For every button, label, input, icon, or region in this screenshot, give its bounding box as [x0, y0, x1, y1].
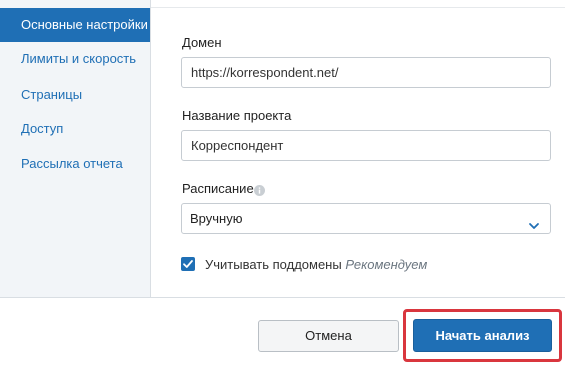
- recommended-hint: Рекомендуем: [345, 257, 428, 272]
- subdomains-label[interactable]: Учитывать поддомены Рекомендуем: [205, 257, 427, 272]
- subdomains-label-text: Учитывать поддомены: [205, 257, 342, 272]
- start-analysis-button[interactable]: Начать анализ: [413, 319, 552, 352]
- checkmark-icon: [183, 260, 193, 268]
- project-name-input[interactable]: [181, 130, 551, 161]
- sidebar-item-pages[interactable]: Страницы: [0, 78, 150, 112]
- domain-label: Домен: [182, 35, 222, 50]
- project-name-label: Название проекта: [182, 108, 292, 123]
- subdomains-checkbox[interactable]: [181, 257, 195, 271]
- sidebar-item-basic-settings[interactable]: Основные настройки: [0, 8, 150, 42]
- sidebar-item-access[interactable]: Доступ: [0, 112, 150, 146]
- cancel-button[interactable]: Отмена: [258, 320, 399, 352]
- schedule-select[interactable]: Вручную: [181, 203, 551, 234]
- chevron-down-icon: [528, 213, 540, 229]
- info-icon[interactable]: [254, 183, 265, 196]
- settings-sidebar: Основные настройки Лимиты и скорость Стр…: [0, 0, 151, 298]
- schedule-label: Расписание: [182, 181, 254, 196]
- footer-divider: [0, 297, 565, 298]
- top-divider: [151, 0, 565, 8]
- schedule-selected-value: Вручную: [190, 211, 243, 226]
- sidebar-item-limits-speed[interactable]: Лимиты и скорость: [0, 42, 150, 76]
- sidebar-item-report-mailing[interactable]: Рассылка отчета: [0, 147, 150, 181]
- project-settings-dialog: Основные настройки Лимиты и скорость Стр…: [0, 0, 565, 367]
- domain-input[interactable]: [181, 57, 551, 88]
